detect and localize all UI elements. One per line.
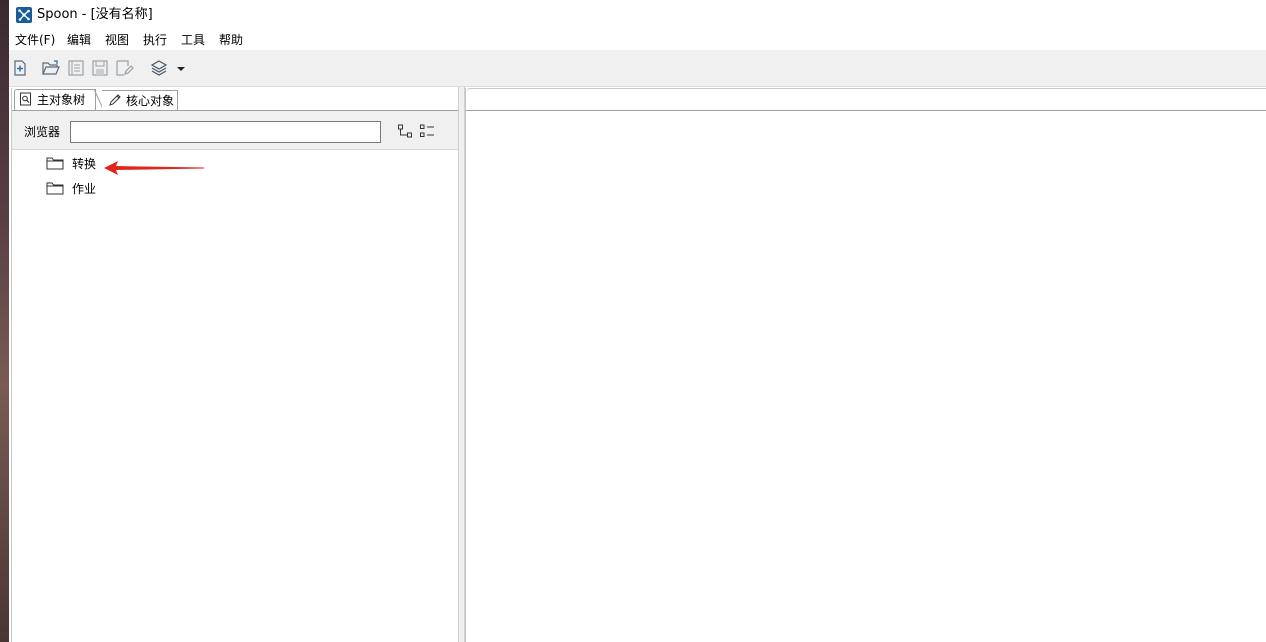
layers-icon[interactable] bbox=[149, 58, 169, 78]
menu-run[interactable]: 执行 bbox=[143, 32, 167, 48]
tree-item-label: 转换 bbox=[72, 157, 97, 171]
tree-item-label: 作业 bbox=[72, 182, 97, 196]
menu-edit[interactable]: 编辑 bbox=[67, 32, 91, 48]
panel-splitter[interactable] bbox=[458, 87, 465, 642]
tab-core-objects[interactable]: 核心对象 bbox=[102, 90, 178, 110]
menu-file[interactable]: 文件(F) bbox=[15, 32, 55, 48]
explore-repository-icon[interactable] bbox=[66, 58, 86, 78]
folder-icon bbox=[46, 182, 64, 195]
menu-tools[interactable]: 工具 bbox=[181, 32, 205, 48]
dropdown-arrow-icon[interactable] bbox=[174, 58, 188, 78]
filter-bar: 浏览器 bbox=[12, 111, 459, 150]
filter-input[interactable] bbox=[70, 121, 381, 143]
tab-core-label: 核心对象 bbox=[126, 94, 175, 108]
menu-help[interactable]: 帮助 bbox=[219, 32, 243, 48]
desktop-background-edge bbox=[0, 0, 9, 642]
tab-main-object-tree[interactable]: 主对象树 bbox=[14, 89, 96, 110]
collapse-all-icon[interactable] bbox=[419, 123, 435, 139]
left-tab-strip: 主对象树 核心对象 bbox=[12, 88, 459, 111]
right-tab-strip bbox=[466, 88, 1266, 111]
search-tree-icon bbox=[20, 92, 31, 106]
new-file-icon[interactable] bbox=[10, 58, 30, 78]
annotation-arrow bbox=[104, 161, 204, 175]
spoon-window: Spoon - [没有名称] 文件(F) 编辑 视图 执行 工具 帮助 主对象树… bbox=[9, 0, 1266, 642]
save-icon[interactable] bbox=[90, 58, 110, 78]
menu-bar: 文件(F) 编辑 视图 执行 工具 帮助 bbox=[9, 30, 1266, 50]
open-file-icon[interactable] bbox=[41, 58, 61, 78]
toolbar bbox=[9, 50, 1266, 87]
expand-all-icon[interactable] bbox=[397, 123, 413, 139]
spoon-logo-icon bbox=[16, 7, 32, 23]
right-workspace-panel bbox=[465, 88, 1266, 642]
window-title: Spoon - [没有名称] bbox=[37, 7, 153, 22]
folder-icon bbox=[46, 157, 64, 170]
title-bar: Spoon - [没有名称] bbox=[9, 0, 1266, 30]
left-panel: 主对象树 核心对象 浏览器 转换 作业 bbox=[11, 88, 459, 642]
save-as-icon[interactable] bbox=[114, 58, 134, 78]
filter-label: 浏览器 bbox=[24, 125, 61, 139]
menu-view[interactable]: 视图 bbox=[105, 32, 129, 48]
pencil-icon bbox=[109, 94, 121, 106]
tab-main-label: 主对象树 bbox=[37, 93, 86, 107]
